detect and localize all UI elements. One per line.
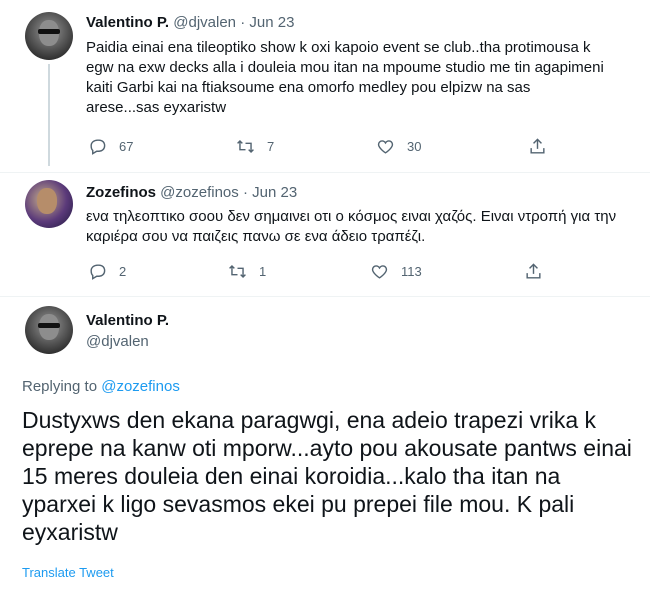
- tweet-date[interactable]: Jun 23: [249, 14, 294, 31]
- reply-icon: [90, 139, 106, 155]
- retweet-count: 7: [267, 139, 275, 154]
- divider: [0, 296, 650, 297]
- divider: [0, 172, 650, 173]
- replying-to-mention[interactable]: @zozefinos: [101, 378, 180, 395]
- reply-count: 67: [119, 139, 134, 154]
- tweet-text: ενα τηλεοπτικο σοου δεν σημαινει οτι ο κ…: [86, 208, 617, 245]
- share-icon: [526, 263, 541, 279]
- reply-button[interactable]: 67: [88, 137, 133, 156]
- thread-line: [48, 64, 50, 166]
- share-button[interactable]: [524, 262, 543, 281]
- tweet-actions: 2 1 113: [88, 262, 558, 282]
- separator-dot: ·: [242, 184, 248, 201]
- author-block: Valentino P. @djvalen: [86, 312, 169, 350]
- retweet-count: 1: [259, 264, 267, 279]
- avatar-face: [37, 188, 57, 214]
- translate-tweet-link[interactable]: Translate Tweet: [22, 565, 114, 580]
- like-count: 113: [401, 264, 422, 279]
- avatar[interactable]: [25, 180, 73, 228]
- like-button[interactable]: 113: [370, 262, 422, 281]
- separator-dot: ·: [240, 14, 246, 31]
- reply-icon: [90, 264, 106, 280]
- replying-to-label: Replying to: [22, 378, 98, 395]
- heart-icon: [377, 140, 394, 154]
- tweet-actions: 67 7 30: [88, 137, 558, 157]
- replying-to: Replying to @zozefinos: [22, 378, 180, 395]
- like-button[interactable]: 30: [376, 137, 421, 156]
- main-tweet-text: Dustyxws den ekana paragwgi, ena adeio t…: [22, 407, 632, 545]
- reply-count: 2: [119, 264, 127, 279]
- retweet-icon: [229, 264, 246, 279]
- avatar-shades: [38, 29, 60, 34]
- retweet-button[interactable]: 7: [236, 137, 274, 156]
- tweet-header: Valentino P. @djvalen · Jun 23: [86, 14, 294, 31]
- author-handle[interactable]: @djvalen: [173, 14, 236, 31]
- tweet-date[interactable]: Jun 23: [252, 184, 297, 201]
- retweet-button[interactable]: 1: [228, 262, 266, 281]
- share-button[interactable]: [528, 137, 547, 156]
- tweet-text: Paidia einai ena tileoptiko show k oxi k…: [86, 39, 604, 116]
- author-handle[interactable]: @djvalen: [86, 333, 169, 350]
- author-name[interactable]: Zozefinos: [86, 184, 156, 201]
- share-icon: [530, 138, 545, 154]
- avatar[interactable]: [25, 12, 73, 60]
- tweet-header: Zozefinos @zozefinos · Jun 23: [86, 184, 297, 201]
- author-name[interactable]: Valentino P.: [86, 14, 169, 31]
- author-handle[interactable]: @zozefinos: [160, 184, 239, 201]
- heart-icon: [371, 265, 388, 279]
- avatar[interactable]: [25, 306, 73, 354]
- avatar-shades: [38, 323, 60, 328]
- reply-button[interactable]: 2: [88, 262, 126, 281]
- like-count: 30: [407, 139, 422, 154]
- retweet-icon: [237, 139, 254, 154]
- author-name[interactable]: Valentino P.: [86, 312, 169, 329]
